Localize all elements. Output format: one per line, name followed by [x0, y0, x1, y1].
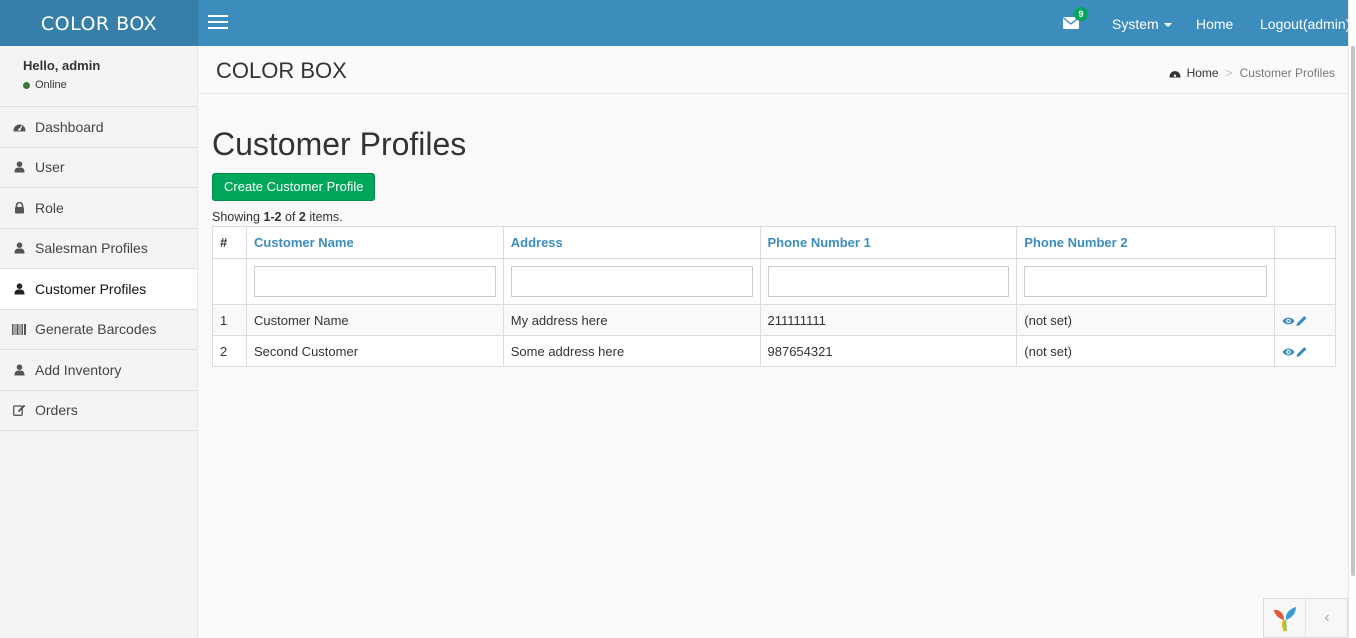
row-number: 2 [212, 335, 247, 367]
caret-down-icon [1163, 23, 1172, 28]
sidebar-item-label: Salesman Profiles [35, 240, 148, 257]
address-filter-input[interactable] [510, 266, 753, 297]
filter-cell [212, 258, 247, 305]
vertical-scrollbar[interactable] [1348, 0, 1356, 638]
barcode-icon [12, 322, 26, 336]
table-row: 2 Second Customer Some address here 9876… [212, 335, 1336, 367]
actions-cell [1274, 304, 1336, 336]
breadcrumb: Home > Customer Profiles [1169, 66, 1335, 80]
phone-number-1-filter-input[interactable] [767, 266, 1010, 297]
online-dot-icon [23, 81, 30, 89]
content-header-title: COLOR BOX [216, 58, 347, 83]
column-header-phone-number-1[interactable]: Phone Number 1 [759, 226, 1018, 259]
sidebar-item-label: Customer Profiles [35, 280, 147, 297]
sidebar-item-orders[interactable]: Orders [0, 391, 197, 431]
column-header-phone-number-2[interactable]: Phone Number 2 [1016, 226, 1276, 259]
summary-middle: of [281, 210, 299, 224]
table-header-row: # Customer Name Address Phone Number 1 P… [212, 226, 1336, 259]
breadcrumb-current: Customer Profiles [1239, 66, 1335, 80]
filter-row [212, 258, 1336, 305]
eye-icon[interactable] [1282, 346, 1295, 358]
pencil-icon[interactable] [1295, 315, 1308, 327]
scrollbar-thumb[interactable] [1351, 46, 1355, 576]
content-header: COLOR BOX Home > Customer Profiles [198, 46, 1348, 94]
sidebar-toggle-icon[interactable] [208, 15, 228, 31]
phone-number-2-cell: (not set) [1016, 335, 1276, 367]
summary-total: 2 [298, 210, 306, 224]
user-icon [12, 160, 26, 174]
user-status: Online [23, 79, 197, 91]
column-header-actions [1274, 226, 1336, 259]
address-cell: Some address here [502, 335, 761, 367]
sidebar-item-label: Add Inventory [35, 361, 122, 378]
filter-cell [502, 258, 761, 305]
pencil-icon[interactable] [1295, 346, 1308, 358]
mail-count-badge: 9 [1074, 7, 1088, 21]
edit-icon [12, 403, 26, 417]
phone-number-2-filter-input[interactable] [1024, 266, 1268, 297]
system-menu[interactable]: System [1112, 0, 1172, 46]
sidebar-item-add-inventory[interactable]: Add Inventory [0, 350, 197, 391]
phone-number-1-cell: 211111111 [759, 304, 1018, 336]
filter-cell [245, 258, 504, 305]
page-title: Customer Profiles [212, 126, 467, 162]
column-header-number: # [212, 226, 247, 259]
customer-name-cell: Second Customer [245, 335, 504, 367]
logout-link[interactable]: Logout(admin) [1260, 0, 1350, 46]
filter-cell [1274, 258, 1336, 305]
dashboard-icon [1169, 71, 1181, 78]
dashboard-icon [12, 120, 26, 134]
top-navbar: COLOR BOX 9 System Home Logout(admin) [0, 0, 1350, 46]
eye-icon[interactable] [1282, 315, 1295, 327]
user-icon [12, 282, 26, 296]
filter-cell [1016, 258, 1276, 305]
user-panel: Hello, admin Online [0, 46, 197, 107]
lock-icon [12, 201, 26, 215]
customer-profiles-table: # Customer Name Address Phone Number 1 P… [212, 226, 1336, 367]
phone-number-1-cell: 987654321 [759, 335, 1018, 367]
sidebar-item-salesman-profiles[interactable]: Salesman Profiles [0, 229, 197, 269]
actions-cell [1274, 335, 1336, 367]
sidebar-item-dashboard[interactable]: Dashboard [0, 107, 197, 148]
home-link[interactable]: Home [1196, 0, 1233, 46]
breadcrumb-separator: > [1225, 66, 1233, 80]
column-header-address[interactable]: Address [502, 226, 761, 259]
sidebar-item-label: User [35, 159, 65, 176]
chevron-left-icon[interactable]: ‹ [1306, 599, 1348, 637]
row-number: 1 [212, 304, 247, 336]
sidebar-item-label: Dashboard [35, 118, 104, 135]
sidebar-item-label: Role [35, 199, 64, 216]
column-header-customer-name[interactable]: Customer Name [245, 226, 504, 259]
user-icon [12, 241, 26, 255]
app-logo[interactable]: COLOR BOX [0, 0, 198, 46]
summary-prefix: Showing [212, 210, 264, 224]
table-row: 1 Customer Name My address here 21111111… [212, 304, 1336, 336]
user-greeting: Hello, admin [23, 58, 101, 73]
address-cell: My address here [502, 304, 761, 336]
summary-range: 1-2 [263, 210, 282, 224]
breadcrumb-home[interactable]: Home [1187, 66, 1219, 80]
system-menu-label: System [1112, 16, 1159, 32]
filter-cell [759, 258, 1018, 305]
sidebar-item-label: Generate Barcodes [35, 321, 157, 338]
create-customer-profile-button[interactable]: Create Customer Profile [212, 173, 376, 201]
debug-toolbar: ‹ [1263, 598, 1348, 638]
grid-summary: Showing 1-2 of 2 items. [212, 210, 343, 224]
sidebar: Hello, admin Online Dashboard User Role … [0, 46, 198, 638]
sidebar-item-customer-profiles[interactable]: Customer Profiles [0, 269, 197, 310]
user-icon [12, 363, 26, 377]
customer-name-filter-input[interactable] [253, 266, 496, 297]
yii-logo-icon[interactable] [1264, 599, 1306, 637]
sidebar-item-role[interactable]: Role [0, 188, 197, 229]
status-label: Online [35, 79, 67, 91]
sidebar-item-label: Orders [35, 402, 78, 419]
sidebar-item-generate-barcodes[interactable]: Generate Barcodes [0, 310, 197, 350]
customer-name-cell: Customer Name [245, 304, 504, 336]
sidebar-item-user[interactable]: User [0, 148, 197, 188]
summary-suffix: items. [305, 210, 343, 224]
phone-number-2-cell: (not set) [1016, 304, 1276, 336]
